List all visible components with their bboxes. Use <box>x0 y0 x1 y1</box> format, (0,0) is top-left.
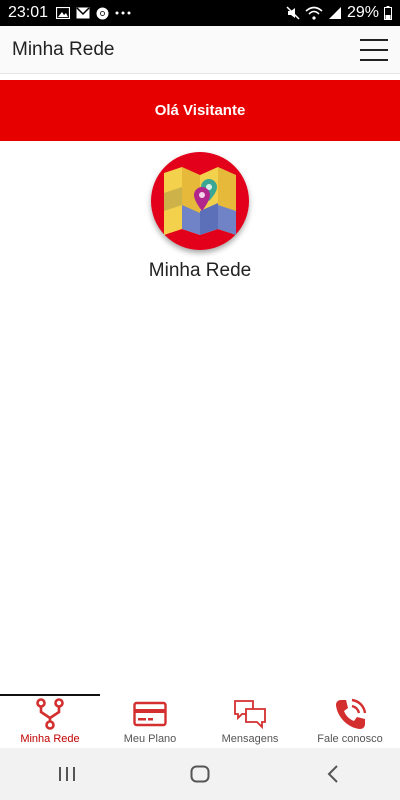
bottom-nav: Minha Rede Meu Plano Mensagens Fale cono… <box>0 694 400 748</box>
nav-item-minha-rede[interactable]: Minha Rede <box>0 694 100 748</box>
home-icon <box>190 765 210 783</box>
gmail-icon <box>76 7 90 19</box>
wifi-icon <box>305 6 323 20</box>
minha-rede-feature-button[interactable]: Minha Rede <box>0 152 400 282</box>
status-left-icons <box>56 7 131 20</box>
back-icon <box>327 765 339 783</box>
home-button[interactable] <box>170 754 230 794</box>
nav-label: Mensagens <box>221 733 279 745</box>
back-button[interactable] <box>303 754 363 794</box>
map-pin-icon <box>164 167 236 235</box>
hamburger-menu-icon[interactable] <box>360 38 388 61</box>
nav-label: Fale conosco <box>317 733 383 745</box>
status-bar: 23:01 29% <box>0 0 400 26</box>
messages-icon <box>234 700 266 729</box>
battery-text: 29% <box>346 4 379 21</box>
welcome-text: Olá Visitante <box>154 102 246 119</box>
signal-icon <box>328 7 341 19</box>
recents-icon <box>58 767 75 781</box>
status-right: 29% <box>286 4 392 22</box>
network-icon <box>36 698 64 730</box>
page-title: Minha Rede <box>12 38 115 60</box>
nav-item-mensagens[interactable]: Mensagens <box>200 694 300 748</box>
app-bar: Minha Rede <box>0 26 400 74</box>
recents-button[interactable] <box>37 754 97 794</box>
feature-circle <box>151 152 249 250</box>
feature-label: Minha Rede <box>148 260 252 281</box>
phone-icon <box>336 698 367 729</box>
nav-item-fale-conosco[interactable]: Fale conosco <box>300 694 400 748</box>
mute-icon <box>286 6 300 20</box>
credit-card-icon <box>133 701 167 727</box>
more-dots-icon <box>115 11 131 15</box>
status-time: 23:01 <box>8 4 49 21</box>
nav-label: Minha Rede <box>20 733 80 745</box>
chrome-icon <box>96 7 109 19</box>
battery-icon <box>384 6 392 20</box>
welcome-banner: Olá Visitante <box>0 80 400 141</box>
system-nav <box>0 748 400 800</box>
nav-item-meu-plano[interactable]: Meu Plano <box>100 694 200 748</box>
image-icon <box>56 7 71 19</box>
nav-label: Meu Plano <box>123 733 177 745</box>
